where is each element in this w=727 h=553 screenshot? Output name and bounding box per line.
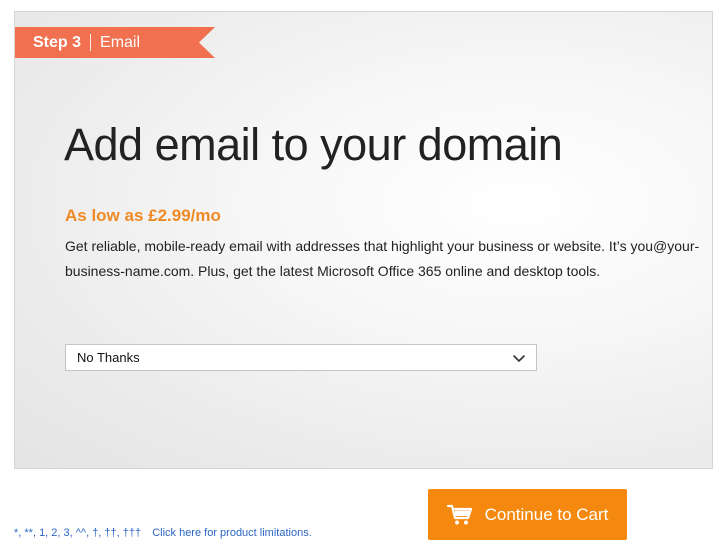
product-limitations-link[interactable]: Click here for product limitations. [152,527,312,539]
chevron-down-icon [513,354,525,362]
step-name: Email [100,33,141,51]
step-divider [90,34,92,51]
step-number: Step 3 [33,33,82,51]
step-banner: Step 3 Email [15,27,215,58]
footnote-links: *, **, 1, 2, 3, ^^, †, ††, ††† Click her… [14,527,312,539]
shopping-cart-icon [446,504,472,524]
email-plan-selected-value: No Thanks [77,350,140,365]
page-title: Add email to your domain [64,119,563,170]
email-plan-select[interactable]: No Thanks [65,344,537,371]
email-offer-panel: Step 3 Email Add email to your domain As… [14,11,713,469]
continue-to-cart-button[interactable]: Continue to Cart [428,489,627,540]
offer-description: Get reliable, mobile-ready email with ad… [65,238,700,279]
cart-button-label: Continue to Cart [484,504,609,524]
price-line: As low as £2.99/mo [65,206,221,225]
footnote-marks[interactable]: *, **, 1, 2, 3, ^^, †, ††, ††† [14,527,141,539]
